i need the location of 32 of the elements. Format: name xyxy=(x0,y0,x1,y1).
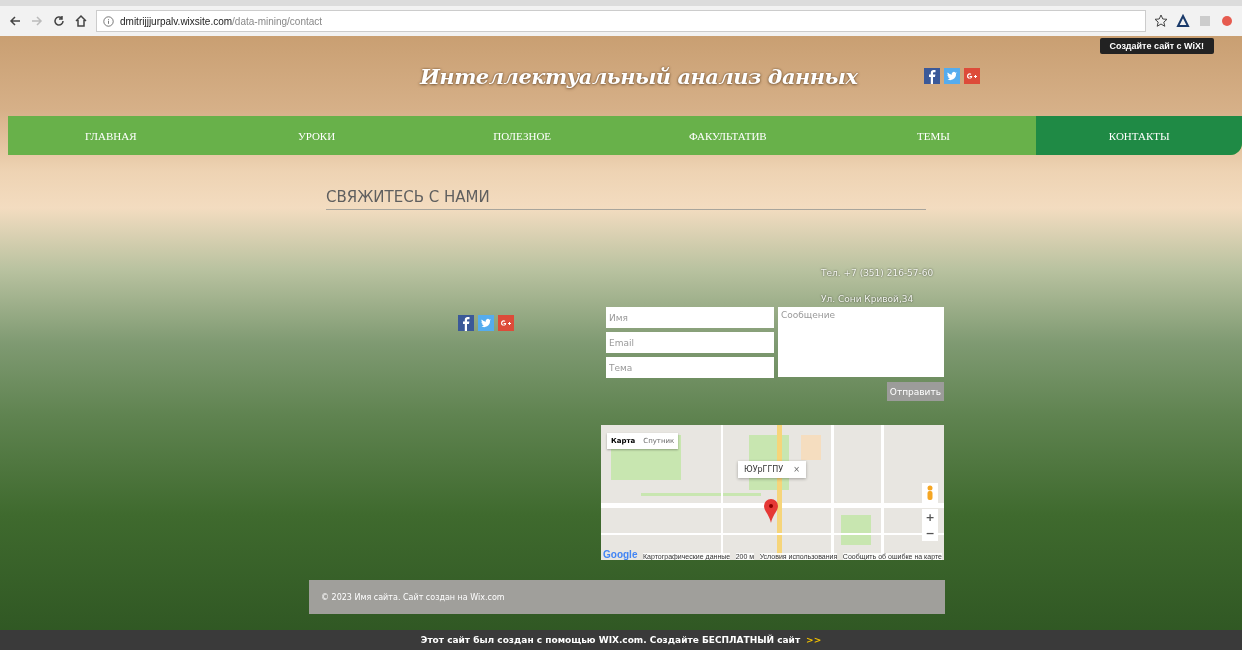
input-field[interactable]: Имя xyxy=(606,307,774,328)
footer-text: © 2023 Имя сайта. Сайт создан на Wix.com xyxy=(321,592,505,602)
url-host: dmitrijjjurpalv.wixsite.com xyxy=(120,15,233,27)
map-pin-icon[interactable] xyxy=(764,499,778,523)
google-plus-icon[interactable] xyxy=(498,315,514,331)
map-logo: Google xyxy=(603,549,638,560)
reload-icon[interactable] xyxy=(52,14,66,28)
address-text: Ул. Сони Кривой,34 xyxy=(821,294,915,304)
nav-tab[interactable]: КОНТАКТЫ xyxy=(1036,116,1242,155)
address-bar[interactable]: dmitrijjjurpalv.wixsite.com/data-mining/contact xyxy=(96,10,1146,32)
site-title: Интеллектуальный анализ данных xyxy=(420,63,858,89)
place-name: ЮУрГГПУ xyxy=(744,465,784,474)
close-button[interactable]: × xyxy=(793,465,800,474)
info-icon xyxy=(103,15,114,27)
banner-arrows[interactable]: >> xyxy=(806,635,822,645)
input-field[interactable]: Тема xyxy=(606,357,774,378)
contact-heading: СВЯЖИТЕСЬ С НАМИ xyxy=(326,188,926,210)
url-path: /data-mining/contact xyxy=(232,15,323,27)
star-icon[interactable] xyxy=(1154,14,1168,28)
home-icon[interactable] xyxy=(74,14,88,28)
facebook-icon[interactable] xyxy=(458,315,474,331)
banner-text[interactable]: Этот сайт был создан с помощью WIX.com. Создайте БЕСПЛАТНЫЙ сайт xyxy=(420,635,801,645)
wix-tooltip[interactable]: Создайте сайт с WiX! xyxy=(1099,38,1214,54)
zoom-in-button[interactable]: + xyxy=(922,509,938,525)
facebook-icon[interactable] xyxy=(923,68,940,84)
triangle-icon[interactable] xyxy=(1176,14,1190,28)
input-field[interactable]: Email xyxy=(606,332,774,353)
back-icon[interactable] xyxy=(8,14,22,28)
zoom-out-button[interactable]: − xyxy=(922,525,938,541)
google-plus-icon[interactable] xyxy=(963,68,980,84)
phone-text: Тел. +7 (351) 216-57-60 xyxy=(821,268,935,278)
message-field[interactable]: Сообщение xyxy=(778,307,944,377)
